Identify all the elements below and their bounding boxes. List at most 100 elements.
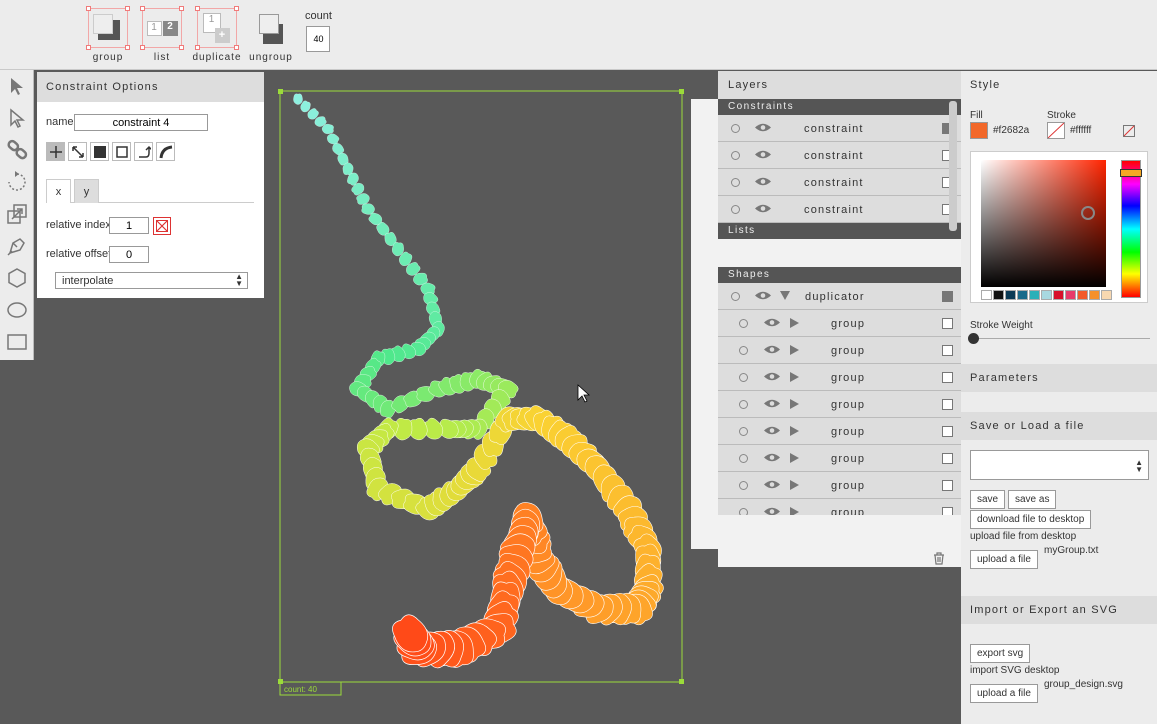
color-swatch[interactable]	[1101, 290, 1112, 300]
eye-icon[interactable]	[763, 425, 781, 439]
stroke-weight-constraint-button[interactable]	[156, 142, 175, 161]
tab-y[interactable]: y	[74, 179, 99, 203]
select-circle-icon[interactable]	[731, 124, 740, 133]
expand-triangle-icon[interactable]	[790, 426, 799, 439]
select-circle-icon[interactable]	[731, 178, 740, 187]
shape-checkbox[interactable]	[942, 372, 953, 383]
fill-constraint-button[interactable]	[90, 142, 109, 161]
relative-index-input[interactable]	[109, 217, 149, 234]
shape-checkbox[interactable]	[942, 318, 953, 329]
eye-icon[interactable]	[754, 290, 772, 304]
remove-index-button[interactable]	[153, 217, 171, 235]
shape-row[interactable]: group	[718, 418, 961, 445]
save-as-button[interactable]: save as	[1008, 490, 1057, 509]
trash-icon[interactable]	[933, 552, 945, 568]
shape-checkbox[interactable]	[942, 345, 953, 356]
constraint-row[interactable]: constraint	[718, 115, 961, 142]
rectangle-icon[interactable]	[0, 326, 34, 358]
petal-shape[interactable]	[293, 93, 303, 105]
rotation-constraint-button[interactable]	[134, 142, 153, 161]
duplicate-button[interactable]: 1 + duplicate	[191, 6, 243, 63]
ungroup-button[interactable]: ungroup	[248, 8, 294, 63]
color-swatch[interactable]	[1029, 290, 1040, 300]
select-circle-icon[interactable]	[739, 481, 748, 490]
scale-icon[interactable]	[0, 198, 34, 230]
parameters-header[interactable]: Parameters	[961, 364, 1157, 392]
eye-icon[interactable]	[763, 398, 781, 412]
mode-select[interactable]: interpolate ▲ ▼	[55, 272, 248, 289]
pen-icon[interactable]	[0, 230, 34, 262]
eye-icon[interactable]	[754, 149, 772, 163]
eye-icon[interactable]	[763, 479, 781, 493]
frame-handle-tr[interactable]	[679, 89, 684, 94]
file-select[interactable]: ▲ ▼	[970, 450, 1149, 480]
shape-checkbox[interactable]	[942, 507, 953, 515]
direct-select-icon[interactable]	[0, 102, 34, 134]
color-swatch[interactable]	[981, 290, 992, 300]
shape-checkbox[interactable]	[942, 399, 953, 410]
fill-swatch[interactable]	[970, 122, 988, 139]
rotate-icon[interactable]	[0, 166, 34, 198]
expand-triangle-icon[interactable]	[790, 480, 799, 493]
position-constraint-button[interactable]	[46, 142, 65, 161]
shape-checkbox[interactable]	[942, 480, 953, 491]
eye-icon[interactable]	[763, 344, 781, 358]
shape-checkbox[interactable]	[942, 453, 953, 464]
shape-row[interactable]: group	[718, 364, 961, 391]
select-circle-icon[interactable]	[739, 319, 748, 328]
eye-icon[interactable]	[763, 452, 781, 466]
count-input[interactable]	[306, 26, 331, 52]
shape-row[interactable]: group	[718, 472, 961, 499]
stroke-swatch[interactable]	[1047, 122, 1065, 139]
select-circle-icon[interactable]	[739, 427, 748, 436]
stroke-constraint-button[interactable]	[112, 142, 131, 161]
shape-row[interactable]: group	[718, 310, 961, 337]
expand-triangle-icon[interactable]	[790, 507, 799, 515]
frame-handle-br[interactable]	[679, 679, 684, 684]
shape-row[interactable]: group	[718, 337, 961, 364]
constraint-row[interactable]: constraint	[718, 196, 961, 223]
constraint-row[interactable]: constraint	[718, 169, 961, 196]
select-circle-icon[interactable]	[739, 400, 748, 409]
scale-constraint-button[interactable]	[68, 142, 87, 161]
shape-row[interactable]: group	[718, 391, 961, 418]
upload-svg-button[interactable]: upload a file	[970, 684, 1038, 703]
swap-colors-icon[interactable]	[1123, 125, 1135, 140]
upload-file-button[interactable]: upload a file	[970, 550, 1038, 569]
color-swatch[interactable]	[993, 290, 1004, 300]
saturation-value-area[interactable]	[981, 160, 1106, 287]
save-button[interactable]: save	[970, 490, 1006, 509]
color-swatch[interactable]	[1077, 290, 1088, 300]
select-circle-icon[interactable]	[731, 151, 740, 160]
eye-icon[interactable]	[763, 317, 781, 331]
hue-slider[interactable]	[1120, 160, 1142, 298]
eye-icon[interactable]	[763, 371, 781, 385]
select-arrow-icon[interactable]	[0, 70, 34, 102]
relative-offset-input[interactable]	[109, 246, 149, 263]
eye-icon[interactable]	[754, 203, 772, 217]
list-button[interactable]: 1 2 list	[140, 6, 184, 63]
color-swatch[interactable]	[1017, 290, 1028, 300]
expand-triangle-icon[interactable]	[790, 372, 799, 385]
color-swatch[interactable]	[1089, 290, 1100, 300]
color-swatch[interactable]	[1005, 290, 1016, 300]
shape-row[interactable]: group	[718, 499, 961, 515]
stroke-weight-slider[interactable]	[968, 333, 1150, 344]
select-circle-icon[interactable]	[739, 346, 748, 355]
hexagon-icon[interactable]	[0, 262, 34, 294]
shape-row-root[interactable]: duplicator	[718, 283, 961, 310]
collapse-triangle-icon[interactable]	[780, 291, 790, 303]
design-canvas[interactable]: count: 40	[278, 89, 688, 699]
shape-checkbox[interactable]	[942, 291, 953, 302]
ellipse-icon[interactable]	[0, 294, 34, 326]
color-swatch[interactable]	[1041, 290, 1052, 300]
eye-icon[interactable]	[754, 176, 772, 190]
color-swatch[interactable]	[1053, 290, 1064, 300]
frame-handle-tl[interactable]	[278, 89, 283, 94]
eye-icon[interactable]	[763, 506, 781, 515]
expand-triangle-icon[interactable]	[790, 453, 799, 466]
shape-row[interactable]: group	[718, 445, 961, 472]
shape-checkbox[interactable]	[942, 426, 953, 437]
expand-triangle-icon[interactable]	[790, 399, 799, 412]
petal-shape[interactable]	[321, 124, 334, 134]
